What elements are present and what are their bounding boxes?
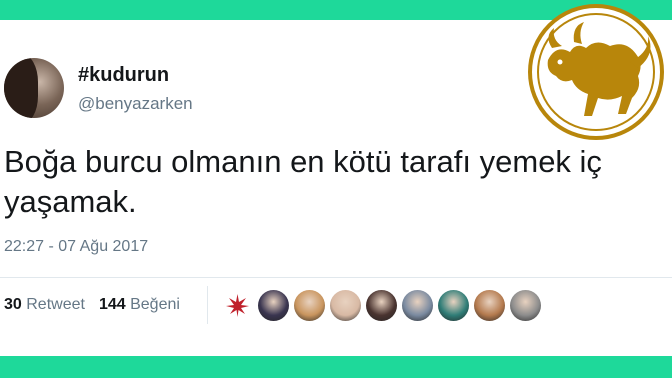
liker-avatar-6[interactable] (402, 290, 433, 321)
liker-avatar-3[interactable] (294, 290, 325, 321)
leaf-icon (226, 294, 249, 317)
bottom-accent-band (0, 356, 672, 378)
retweet-stat[interactable]: 30 Retweet (4, 296, 85, 313)
user-handle[interactable]: @benyazarken (78, 94, 193, 114)
liker-avatar-2[interactable] (258, 290, 289, 321)
tweet-timestamp[interactable]: 22:27 - 07 Ağu 2017 (4, 238, 148, 256)
liker-avatar-5[interactable] (366, 290, 397, 321)
engagement-stats: 30 Retweet 144 Beğeni (4, 296, 180, 314)
stats-divider (0, 277, 672, 278)
taurus-bull-icon (528, 4, 664, 140)
tweet-text: Boğa burcu olmanın en kötü tarafı yemek … (4, 142, 672, 222)
retweet-label: Retweet (26, 296, 85, 313)
display-name[interactable]: #kudurun (78, 64, 169, 87)
liker-avatar-4[interactable] (330, 290, 361, 321)
tweet-text-line-2: yaşamak. (4, 184, 137, 219)
like-count: 144 (98, 296, 126, 313)
like-stat[interactable]: 144 Beğeni (99, 296, 180, 313)
liker-avatar-9[interactable] (510, 290, 541, 321)
tweet-text-line-1: Boğa burcu olmanın en kötü tarafı yemek … (4, 144, 602, 179)
liker-avatar-leaf[interactable] (222, 290, 253, 321)
like-label: Beğeni (130, 296, 180, 313)
avatar-hair-shape (4, 58, 38, 118)
stats-separator (207, 286, 208, 324)
user-avatar[interactable] (4, 58, 64, 118)
liker-avatar-7[interactable] (438, 290, 469, 321)
retweet-count: 30 (4, 296, 22, 313)
liker-avatar-8[interactable] (474, 290, 505, 321)
